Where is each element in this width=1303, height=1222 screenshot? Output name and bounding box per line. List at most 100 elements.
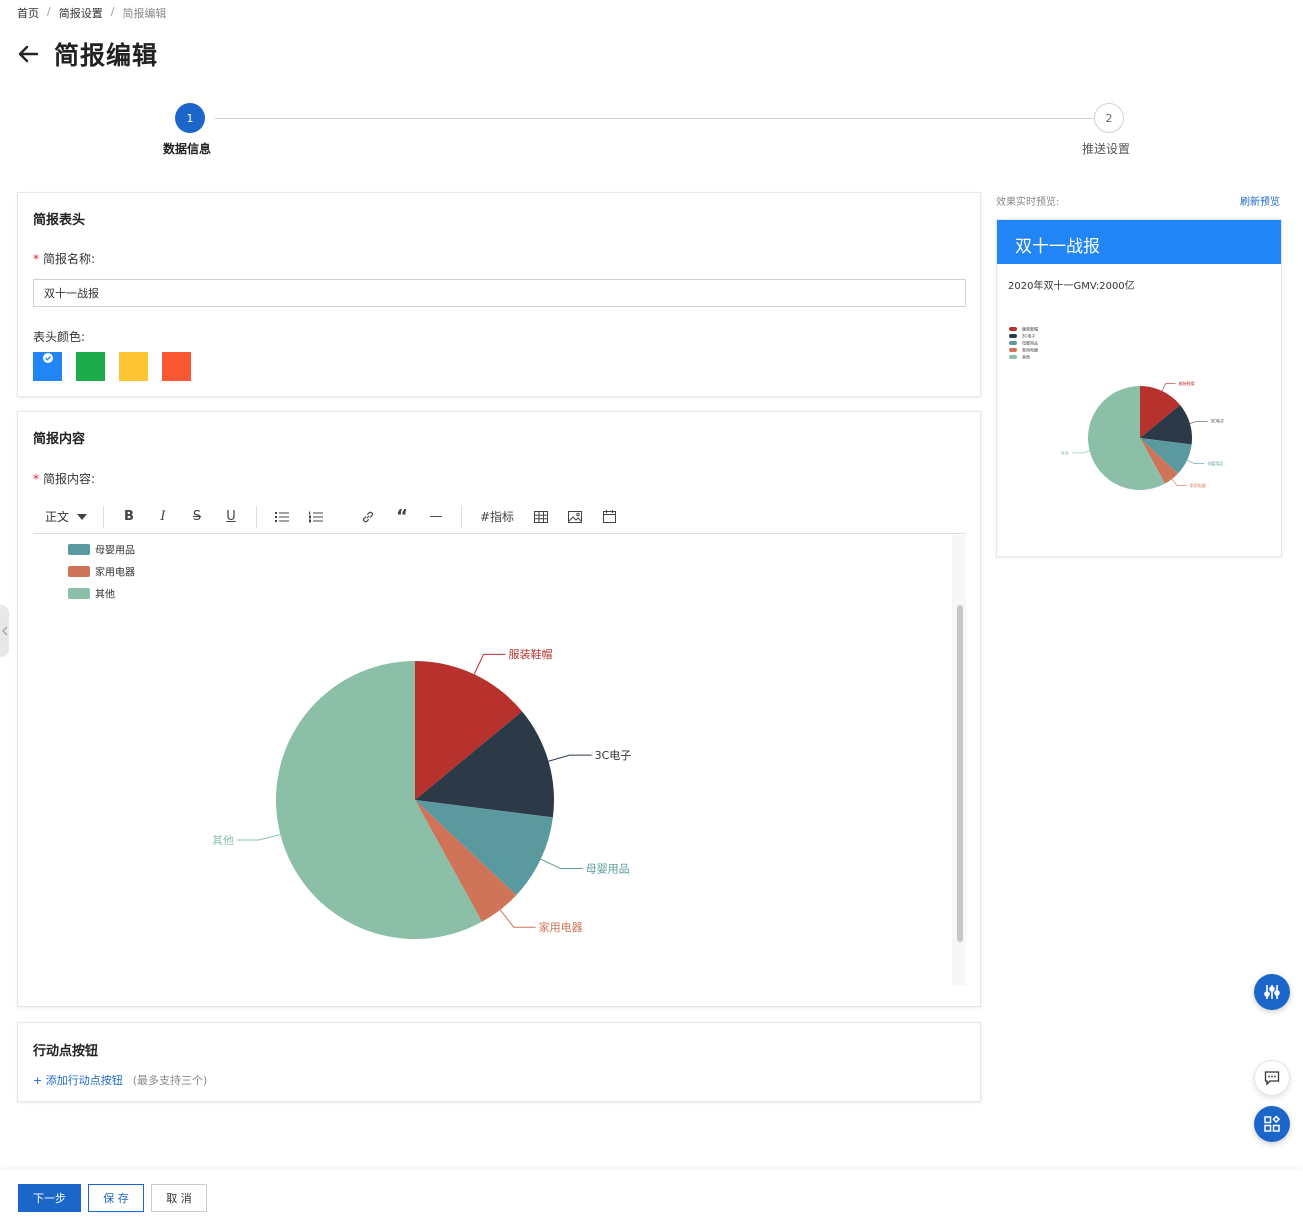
- pie-label-line: [540, 858, 583, 870]
- chevron-left-icon: [1, 626, 7, 636]
- step-1-dot[interactable]: 1: [175, 103, 205, 133]
- sliders-icon: [1264, 985, 1280, 999]
- pie-label: 母婴用品: [586, 862, 630, 875]
- pie-label: 服装鞋帽: [509, 647, 553, 661]
- metric-button[interactable]: #指标: [470, 502, 524, 532]
- legend-label: 其他: [1022, 353, 1030, 359]
- brief-content-title: 简报内容: [33, 432, 86, 447]
- legend-swatch: [1009, 341, 1017, 345]
- required-mark: *: [33, 252, 39, 266]
- color-swatch-yellow[interactable]: [119, 352, 148, 381]
- calendar-icon[interactable]: [592, 502, 626, 532]
- page-title: 简报编辑: [54, 41, 159, 70]
- add-action-row: + 添加行动点按钮 (最多支持三个): [33, 1072, 207, 1088]
- legend-swatch: [1009, 334, 1017, 338]
- pie-label-line: [1171, 478, 1187, 486]
- step-2-label: 推送设置: [1082, 142, 1131, 156]
- legend-swatch: [68, 566, 90, 577]
- brief-content-card: 简报内容 * 简报内容: 正文 B I S U “ — #指标 母婴用品 家用电…: [17, 411, 981, 1007]
- color-swatch-green[interactable]: [76, 352, 105, 381]
- brief-content-label: * 简报内容:: [33, 472, 96, 486]
- breadcrumb-settings[interactable]: 简报设置: [59, 5, 103, 21]
- bold-button[interactable]: B: [112, 502, 146, 532]
- italic-button[interactable]: I: [146, 502, 180, 532]
- caret-down-icon: [77, 513, 88, 520]
- back-arrow-icon[interactable]: [16, 42, 40, 66]
- format-select[interactable]: 正文: [33, 502, 95, 532]
- brief-name-input[interactable]: [33, 279, 966, 307]
- step-1-label: 数据信息: [163, 142, 212, 156]
- action-button-title: 行动点按钮: [33, 1044, 99, 1059]
- scrollbar-thumb[interactable]: [957, 605, 963, 942]
- preview-text: 2020年双十一GMV:2000亿: [1008, 281, 1135, 292]
- breadcrumb-sep: /: [110, 5, 115, 18]
- editor-area[interactable]: 母婴用品 家用电器 其他 服装鞋帽 3C电子 母婴用品 家用电器 其他: [33, 535, 966, 985]
- legend-label: 母婴用品: [1022, 340, 1038, 345]
- legend-label: 3C电子: [1022, 332, 1035, 338]
- color-swatch-orange[interactable]: [162, 352, 191, 381]
- pie-label: 家用电器: [1190, 482, 1206, 488]
- apps-fab[interactable]: [1254, 1106, 1290, 1142]
- underline-button[interactable]: U: [214, 502, 248, 532]
- step-2-dot[interactable]: 2: [1094, 103, 1124, 133]
- preview-card: 双十一战报 2020年双十一GMV:2000亿 服装鞋帽 3C电子 母婴用品 家用电器…: [996, 219, 1282, 557]
- breadcrumb-sep: /: [47, 5, 51, 18]
- footer-bar: 下一步 保 存 取 消: [0, 1170, 1303, 1222]
- legend-swatch: [1009, 327, 1017, 331]
- preview-header: 双十一战报: [997, 220, 1281, 264]
- legend-label: 母婴用品: [95, 544, 135, 556]
- toolbar-divider: [103, 505, 104, 528]
- legend-label: 家用电器: [1022, 346, 1038, 352]
- bullet-list-icon[interactable]: [265, 502, 299, 532]
- action-button-card: 行动点按钮 + 添加行动点按钮 (最多支持三个): [17, 1022, 981, 1102]
- pie-label-line: [1161, 383, 1176, 392]
- chat-fab[interactable]: [1254, 1060, 1290, 1096]
- legend-swatch: [1009, 348, 1017, 352]
- legend-swatch: [68, 544, 90, 555]
- editor-scrollbar[interactable]: [952, 535, 966, 985]
- pie-chart: 母婴用品家用电器其他服装鞋帽3C电子母婴用品家用电器其他: [68, 544, 632, 939]
- next-step-button[interactable]: 下一步: [18, 1184, 81, 1212]
- hr-button[interactable]: —: [419, 502, 453, 532]
- brief-name-label: * 简报名称:: [33, 252, 96, 266]
- legend-label: 服装鞋帽: [1022, 325, 1038, 331]
- save-button[interactable]: 保 存: [88, 1184, 144, 1212]
- strike-button[interactable]: S: [180, 502, 214, 532]
- preview-pie-chart: 服装鞋帽3C电子母婴用品家用电器其他服装鞋帽3C电子母婴用品家用电器其他: [1009, 325, 1224, 490]
- color-swatch-blue[interactable]: [33, 352, 62, 381]
- add-action-link[interactable]: + 添加行动点按钮: [33, 1072, 123, 1088]
- pie-label: 家用电器: [539, 920, 583, 934]
- pie-label: 其他: [1061, 449, 1069, 455]
- pie-label-line: [237, 834, 281, 841]
- breadcrumb-current: 简报编辑: [122, 7, 167, 20]
- legend-swatch: [1009, 355, 1017, 359]
- ordered-list-icon[interactable]: [299, 502, 333, 532]
- quote-button[interactable]: “: [385, 502, 419, 532]
- pie-label-line: [1186, 459, 1205, 464]
- settings-sliders-fab[interactable]: [1254, 974, 1290, 1010]
- steps: 1 2 数据信息 推送设置: [0, 103, 1303, 163]
- legend-label: 其他: [95, 587, 115, 600]
- pie-label: 服装鞋帽: [1179, 380, 1195, 386]
- chat-icon: [1264, 1071, 1280, 1086]
- table-icon[interactable]: [524, 502, 558, 532]
- image-icon[interactable]: [558, 502, 592, 532]
- legend-label: 家用电器: [95, 565, 135, 578]
- step-connector: [215, 118, 1095, 119]
- pie-label-line: [1189, 420, 1208, 424]
- toolbar-divider: [256, 505, 257, 528]
- required-mark: *: [33, 472, 39, 486]
- collapse-tab[interactable]: [0, 605, 9, 657]
- pie-label-line: [1071, 450, 1090, 454]
- page-header: 简报编辑: [16, 36, 158, 72]
- pie-label: 母婴用品: [1207, 461, 1223, 466]
- refresh-preview-link[interactable]: 刷新预览: [1240, 193, 1280, 208]
- cancel-button[interactable]: 取 消: [151, 1184, 207, 1212]
- legend-swatch: [68, 588, 90, 599]
- link-icon[interactable]: [351, 502, 385, 532]
- brief-header-card: 简报表头 *简报名称: 表头颜色:: [17, 192, 981, 397]
- apps-icon: [1264, 1115, 1281, 1132]
- pie-label: 3C电子: [595, 749, 632, 762]
- breadcrumb-home[interactable]: 首页: [17, 5, 39, 21]
- editor-toolbar: 正文 B I S U “ — #指标: [33, 500, 966, 534]
